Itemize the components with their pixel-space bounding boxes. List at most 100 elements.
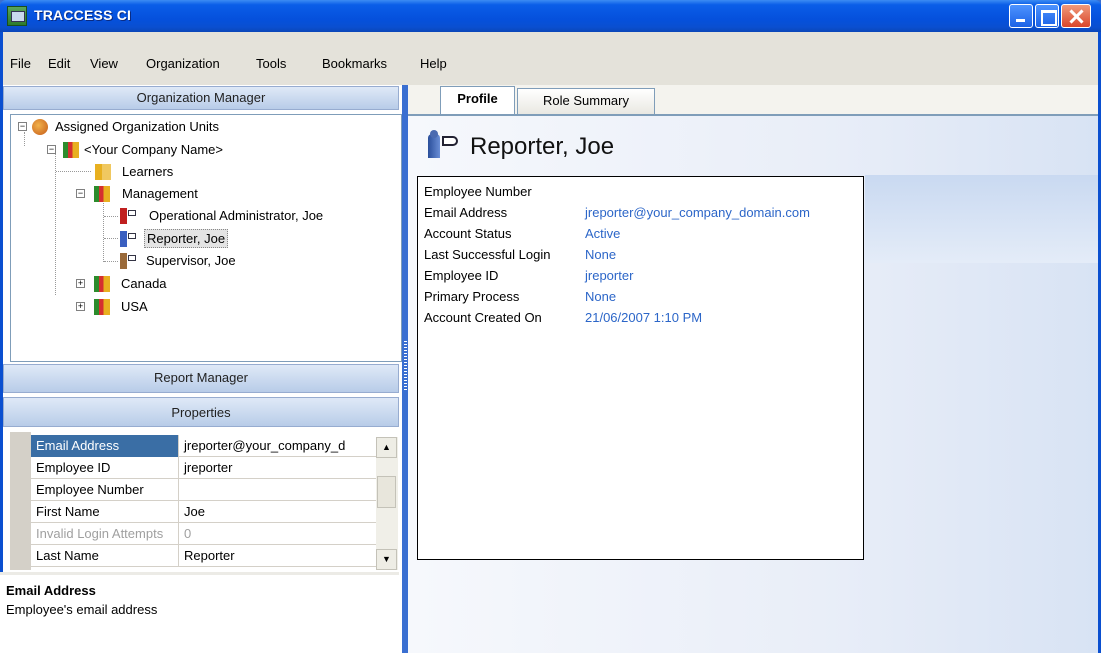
profile-name: Reporter, Joe — [470, 133, 615, 160]
property-value[interactable] — [181, 479, 375, 501]
detail-key: Email Address — [424, 205, 508, 220]
user-icon — [120, 231, 136, 247]
property-value[interactable]: Reporter — [181, 545, 375, 567]
tree-item-assigned-units[interactable]: − Assigned Organization Units — [15, 117, 375, 137]
property-key: Invalid Login Attempts — [31, 523, 179, 545]
detail-key: Account Status — [424, 226, 512, 241]
property-row-employee-number[interactable]: Employee Number — [31, 479, 376, 501]
properties-gutter — [10, 432, 31, 570]
tree-item-label: Assigned Organization Units — [55, 119, 220, 134]
organization-manager-header[interactable]: Organization Manager — [3, 86, 399, 110]
property-row-invalid-login-attempts[interactable]: Invalid Login Attempts 0 — [31, 523, 376, 545]
detail-key: Employee ID — [424, 268, 499, 283]
tree-item-label: <Your Company Name> — [84, 142, 223, 157]
window-title: TRACCESS CI — [34, 7, 132, 23]
property-key: Employee Number — [31, 479, 179, 501]
tree-item-supervisor[interactable]: Supervisor, Joe — [120, 251, 320, 271]
tree-item-management[interactable]: − Management — [74, 184, 324, 204]
scroll-down-icon[interactable]: ▼ — [376, 549, 397, 570]
collapse-icon[interactable]: − — [47, 145, 56, 154]
properties-scrollbar[interactable]: ▲ ▼ — [376, 437, 398, 570]
tree-item-label: USA — [121, 299, 148, 314]
property-key: Employee ID — [31, 457, 179, 479]
property-value[interactable]: jreporter@your_company_d — [181, 435, 375, 457]
property-row-employee-id[interactable]: Employee ID jreporter — [31, 457, 376, 479]
header-decoration — [865, 175, 1098, 263]
properties-header[interactable]: Properties — [3, 397, 399, 427]
collapse-icon[interactable]: − — [76, 189, 85, 198]
user-icon — [428, 130, 460, 158]
menu-help[interactable]: Help — [420, 56, 447, 71]
tree-line — [104, 238, 118, 239]
group-icon — [94, 186, 110, 202]
detail-key: Last Successful Login — [424, 247, 551, 262]
detail-key: Account Created On — [424, 310, 542, 325]
property-row-email[interactable]: Email Address jreporter@your_company_d — [31, 435, 376, 457]
menu-edit[interactable]: Edit — [48, 56, 70, 71]
tree-item-canada[interactable]: + Canada — [74, 274, 274, 294]
group-icon — [94, 276, 110, 292]
tree-item-operational-administrator[interactable]: Operational Administrator, Joe — [120, 206, 390, 226]
title-bar[interactable]: TRACCESS CI — [0, 0, 1101, 32]
detail-value[interactable]: jreporter@your_company_domain.com — [585, 203, 810, 223]
menu-bookmarks[interactable]: Bookmarks — [322, 56, 387, 71]
tab-role-summary[interactable]: Role Summary — [517, 88, 655, 114]
detail-value: None — [585, 247, 617, 262]
tree-line — [104, 216, 118, 217]
detail-key: Primary Process — [424, 289, 520, 304]
minimize-button[interactable] — [1009, 4, 1033, 28]
report-manager-header[interactable]: Report Manager — [3, 364, 399, 393]
property-row-first-name[interactable]: First Name Joe — [31, 501, 376, 523]
tree-item-usa[interactable]: + USA — [74, 297, 274, 317]
menu-view[interactable]: View — [90, 56, 118, 71]
scroll-thumb[interactable] — [377, 476, 396, 508]
tree-line — [103, 200, 104, 262]
help-title: Email Address — [6, 583, 96, 598]
tree-item-label: Management — [122, 186, 198, 201]
menu-bar: File Edit View Organization Tools Bookma… — [0, 32, 1101, 85]
user-icon — [120, 208, 136, 224]
maximize-button[interactable] — [1035, 4, 1059, 28]
tab-profile[interactable]: Profile — [440, 86, 515, 114]
profile-details-box: Employee Number Email Address jreporter@… — [417, 176, 864, 560]
tree-item-learners[interactable]: Learners — [95, 162, 295, 182]
property-help-box: Email Address Employee's email address — [0, 572, 399, 653]
menu-tools[interactable]: Tools — [256, 56, 286, 71]
detail-value: 21/06/2007 1:10 PM — [585, 310, 703, 325]
menu-organization[interactable]: Organization — [146, 56, 220, 71]
tree-line — [55, 153, 56, 295]
property-value[interactable]: Joe — [181, 501, 375, 523]
expand-icon[interactable]: + — [76, 279, 85, 288]
tree-item-label: Canada — [121, 276, 167, 291]
tree-item-label: Operational Administrator, Joe — [149, 208, 324, 223]
property-row-last-name[interactable]: Last Name Reporter — [31, 545, 376, 567]
menu-file[interactable]: File — [10, 56, 31, 71]
help-description: Employee's email address — [6, 602, 158, 617]
company-icon — [63, 142, 79, 158]
property-value: 0 — [184, 526, 192, 541]
detail-key: Employee Number — [424, 184, 532, 199]
tree-line — [104, 261, 118, 262]
group-icon — [94, 299, 110, 315]
splitter-grip[interactable] — [404, 341, 407, 391]
collapse-icon[interactable]: − — [18, 122, 27, 131]
detail-value: None — [585, 289, 617, 304]
property-key: Email Address — [31, 435, 179, 457]
group-icon — [95, 164, 111, 180]
tree-item-label: Supervisor, Joe — [146, 253, 236, 268]
tree-item-company[interactable]: − <Your Company Name> — [45, 140, 365, 160]
tree-item-label-selected: Reporter, Joe — [144, 229, 229, 248]
app-icon — [7, 6, 27, 26]
tree-item-reporter[interactable]: Reporter, Joe — [120, 229, 320, 249]
tree-line — [56, 171, 91, 172]
org-units-icon — [32, 119, 48, 135]
user-icon — [120, 253, 136, 269]
scroll-up-icon[interactable]: ▲ — [376, 437, 397, 458]
close-button[interactable] — [1061, 4, 1091, 28]
tree-item-label: Learners — [122, 164, 174, 179]
property-key: Last Name — [31, 545, 179, 567]
detail-value: jreporter — [585, 268, 634, 283]
expand-icon[interactable]: + — [76, 302, 85, 311]
detail-value: Active — [585, 226, 621, 241]
property-value[interactable]: jreporter — [181, 457, 375, 479]
